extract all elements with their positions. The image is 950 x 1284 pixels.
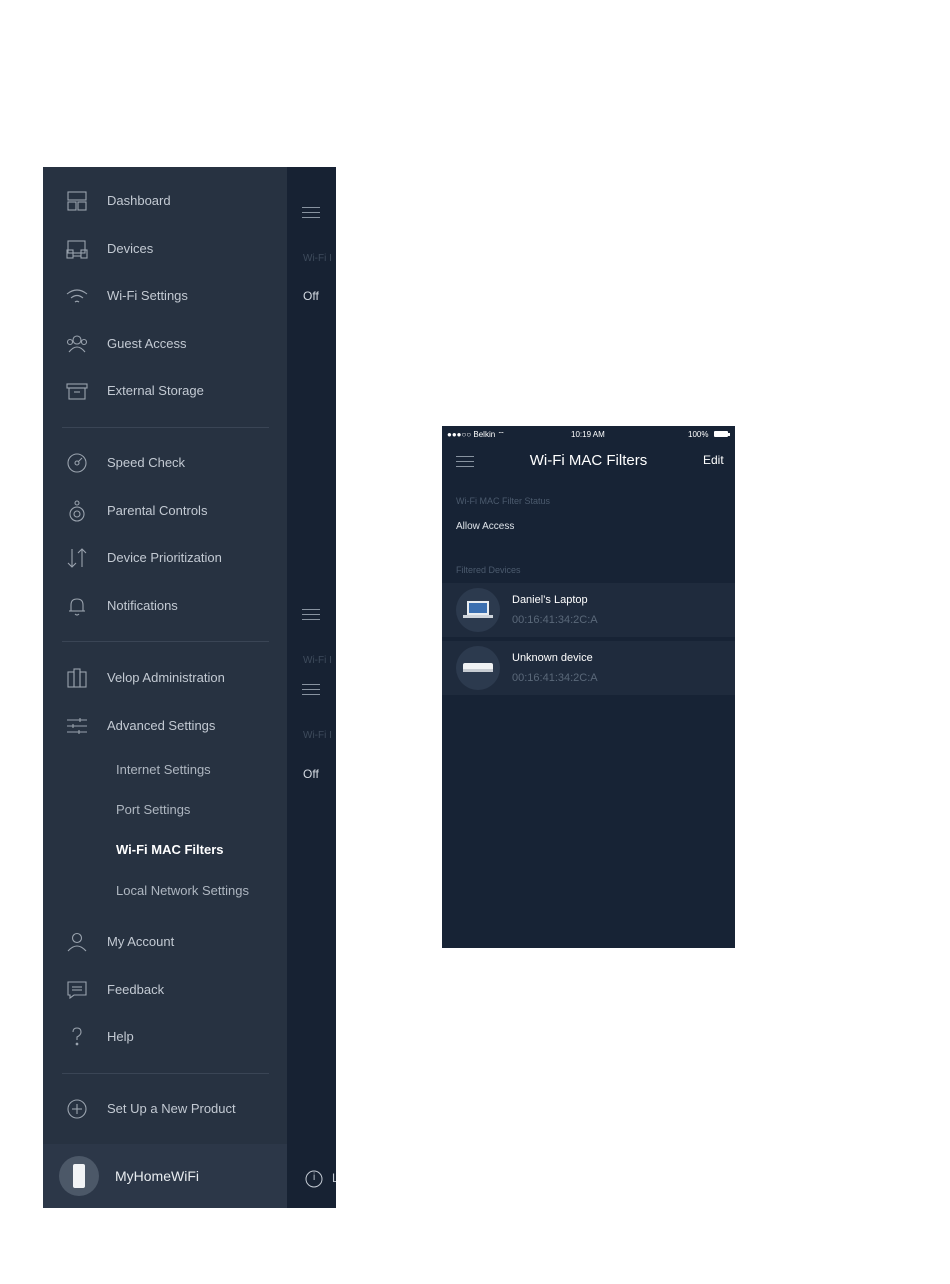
menu-item-label: Parental Controls [107,503,208,518]
menu-item-label: Speed Check [107,455,186,470]
bell-icon [69,598,85,616]
velop-node-icon [59,1156,99,1196]
menu-item-label: Guest Access [107,336,187,351]
menu-item-label: Notifications [107,598,178,613]
menu-item-feedback[interactable]: Feedback [43,970,287,1010]
list-item[interactable]: Unknown device 00:16:41:34:2C:A [442,641,735,695]
menu-item-label: Device Prioritization [107,550,222,565]
feedback-icon [67,981,87,1000]
filtered-devices-label: Filtered Devices [456,565,521,575]
menu-item-advanced-settings[interactable]: Advanced Settings [43,706,287,746]
prioritization-icon [67,548,87,568]
menu-divider [62,1073,269,1074]
footer-label-cut: L [332,1171,336,1185]
right-phone-screen: ●●●○○ Belkin ⌔ 10:19 AM 100% Wi-Fi MAC F… [442,426,735,948]
status-bar: ●●●○○ Belkin ⌔ 10:19 AM 100% [442,426,735,442]
device-mac: 00:16:41:34:2C:A [512,672,598,684]
menu-item-label: My Account [107,934,175,949]
menu-item-my-account[interactable]: My Account [43,922,287,962]
help-icon [72,1027,82,1046]
status-value: Off [303,289,319,303]
submenu-internet-settings[interactable]: Internet Settings [116,762,211,777]
mac-filter-status-value[interactable]: Allow Access [456,521,514,532]
device-mac: 00:16:41:34:2C:A [512,614,598,626]
laptop-icon [463,601,493,618]
storage-icon [66,383,88,400]
carrier-signal: ●●●○○ Belkin ⌔ [447,430,505,439]
battery-tip [728,433,730,436]
menu-item-speed-check[interactable]: Speed Check [43,443,287,483]
submenu-port-settings[interactable]: Port Settings [116,802,190,817]
hamburger-menu-icon[interactable] [302,207,320,219]
page-title: Wi-Fi MAC Filters [529,452,648,469]
menu-item-label: Velop Administration [107,670,225,685]
menu-item-dashboard[interactable]: Dashboard [43,181,287,221]
menu-item-label: Help [107,1029,134,1044]
menu-item-external-storage[interactable]: External Storage [43,371,287,411]
menu-item-guest-access[interactable]: Guest Access [43,324,287,364]
menu-item-devices[interactable]: Devices [43,229,287,269]
hamburger-menu-icon[interactable] [302,684,320,696]
status-value: Off [303,767,319,781]
menu-divider [62,427,269,428]
dashboard-icon [67,191,87,211]
menu-item-parental-controls[interactable]: Parental Controls [43,491,287,531]
devices-icon [66,240,88,259]
menu-item-label: Dashboard [107,193,171,208]
menu-item-velop-administration[interactable]: Velop Administration [43,658,287,698]
menu-item-label: External Storage [107,383,204,398]
velop-admin-icon [67,668,87,688]
network-name: MyHomeWiFi [115,1168,199,1184]
menu-item-notifications[interactable]: Notifications [43,586,287,626]
status-time: 10:19 AM [571,430,605,439]
parental-controls-icon [69,500,85,522]
device-avatar [456,588,500,632]
device-name: Daniel’s Laptop [512,594,588,606]
info-icon-glyph: i [313,1172,316,1183]
submenu-local-network-settings[interactable]: Local Network Settings [116,883,249,898]
menu-item-label: Advanced Settings [107,718,216,733]
menu-item-label: Devices [107,241,154,256]
network-footer[interactable]: MyHomeWiFi [43,1144,287,1208]
sliders-icon [67,718,87,734]
plus-circle-icon [67,1099,87,1119]
side-menu: Dashboard Devices Wi-Fi Settings Guest A… [43,167,287,1208]
menu-item-label: Wi-Fi Settings [107,288,188,303]
list-item[interactable]: Daniel’s Laptop 00:16:41:34:2C:A [442,583,735,637]
menu-item-help[interactable]: Help [43,1017,287,1057]
mac-filter-status-label: Wi-Fi MAC Filter Status [456,496,551,506]
wifi-icon [66,289,88,303]
underlying-screen: Wi-Fi I Off Wi-Fi I Wi-Fi I Off i L [287,167,336,1208]
guest-access-icon [66,335,88,353]
menu-item-device-prioritization[interactable]: Device Prioritization [43,538,287,578]
left-phone-screen: Dashboard Devices Wi-Fi Settings Guest A… [43,167,336,1208]
generic-device-icon [463,663,493,672]
hamburger-menu-icon[interactable] [302,609,320,621]
menu-divider [62,641,269,642]
menu-item-label: Feedback [107,982,165,997]
edit-button[interactable]: Edit [703,453,724,467]
menu-item-wifi-settings[interactable]: Wi-Fi Settings [43,276,287,316]
battery-percent: 100% [688,430,709,439]
device-name: Unknown device [512,652,593,664]
account-icon [67,932,87,952]
speed-check-icon [67,453,87,473]
section-label: Wi-Fi I [303,730,332,741]
submenu-wifi-mac-filters[interactable]: Wi-Fi MAC Filters [116,842,224,857]
section-label: Wi-Fi I [303,253,332,264]
menu-item-label: Set Up a New Product [107,1101,236,1116]
section-label: Wi-Fi I [303,655,332,666]
menu-item-set-up-new-product[interactable]: Set Up a New Product [43,1089,287,1129]
device-avatar [456,646,500,690]
battery-icon [714,431,728,437]
